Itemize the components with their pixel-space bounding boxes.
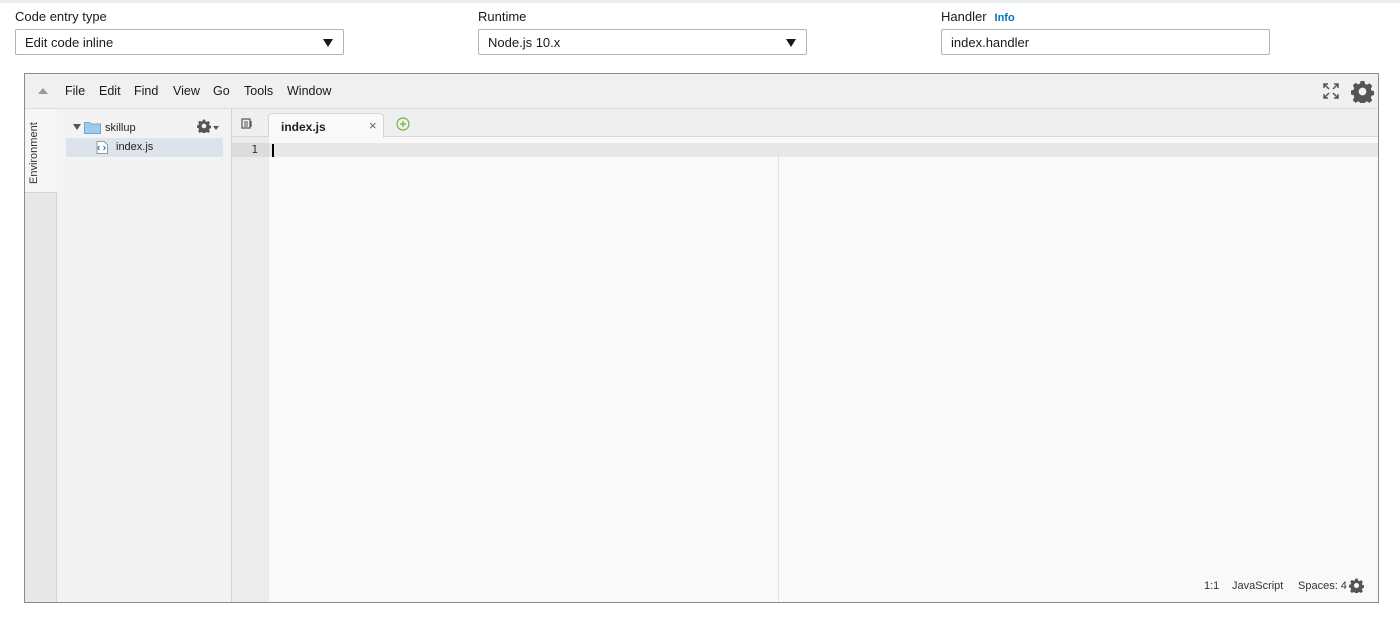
dropdown-arrow-icon [323, 39, 333, 47]
folder-expand-icon[interactable] [73, 124, 81, 130]
file-name: index.js [116, 141, 154, 153]
print-margin [778, 145, 779, 602]
menu-edit[interactable]: Edit [99, 84, 121, 98]
active-line-highlight[interactable] [269, 143, 1378, 157]
status-gear-icon[interactable] [1349, 578, 1364, 593]
handler-info-link[interactable]: Info [995, 12, 1015, 24]
environment-strip: Environment [25, 109, 57, 602]
editor-area: index.js × 1 1:1 JavaScript Spaces: 4 [232, 109, 1378, 602]
environment-tab[interactable]: Environment [25, 109, 57, 193]
cursor-position[interactable]: 1:1 [1204, 580, 1219, 592]
handler-label: Handler [941, 9, 987, 24]
language-mode[interactable]: JavaScript [1232, 580, 1283, 592]
menu-find[interactable]: Find [134, 84, 158, 98]
handler-input[interactable]: index.handler [941, 29, 1270, 55]
folder-icon [84, 122, 101, 134]
settings-gear-icon[interactable] [1351, 80, 1374, 103]
js-file-icon [96, 141, 108, 154]
text-cursor [272, 144, 274, 157]
ide-menubar: File Edit Find View Go Tools Window [25, 74, 1378, 109]
environment-tab-label: Environment [28, 122, 40, 184]
close-icon[interactable]: × [369, 118, 377, 133]
add-tab-icon[interactable] [396, 117, 410, 131]
file-tree: skillup index.js [57, 109, 232, 602]
dropdown-arrow-icon [786, 39, 796, 47]
menu-go[interactable]: Go [213, 84, 230, 98]
handler-value: index.handler [951, 35, 1030, 50]
tree-gear-icon[interactable] [197, 119, 211, 133]
runtime-label: Runtime [478, 9, 527, 24]
indent-setting[interactable]: Spaces: 4 [1298, 580, 1347, 592]
editor-tabbar: index.js × [232, 109, 1378, 138]
line-gutter [232, 137, 269, 602]
top-divider [0, 0, 1400, 3]
active-line-gutter: 1 [232, 143, 269, 157]
collapse-menu-icon[interactable] [38, 88, 48, 94]
menu-view[interactable]: View [173, 84, 200, 98]
tab-index-js[interactable]: index.js × [268, 113, 384, 138]
fullscreen-icon[interactable] [1323, 83, 1339, 99]
menu-tools[interactable]: Tools [244, 84, 273, 98]
code-editor-ide: File Edit Find View Go Tools Window Envi… [24, 73, 1379, 603]
tree-gear-caret-icon[interactable] [213, 126, 219, 130]
menu-file[interactable]: File [65, 84, 85, 98]
menu-window[interactable]: Window [287, 84, 331, 98]
status-bar: 1:1 JavaScript Spaces: 4 [1204, 578, 1364, 596]
code-entry-label: Code entry type [15, 9, 107, 24]
file-tree-item[interactable]: index.js [66, 138, 223, 157]
runtime-value: Node.js 10.x [488, 35, 561, 50]
line-number: 1 [251, 143, 258, 156]
folder-name[interactable]: skillup [105, 122, 136, 134]
code-entry-value: Edit code inline [25, 35, 114, 50]
code-entry-select[interactable]: Edit code inline [15, 29, 344, 55]
runtime-select[interactable]: Node.js 10.x [478, 29, 807, 55]
tab-label: index.js [281, 120, 326, 134]
handler-label-row: Handler Info [941, 9, 1015, 24]
tab-list-icon[interactable] [241, 118, 253, 129]
